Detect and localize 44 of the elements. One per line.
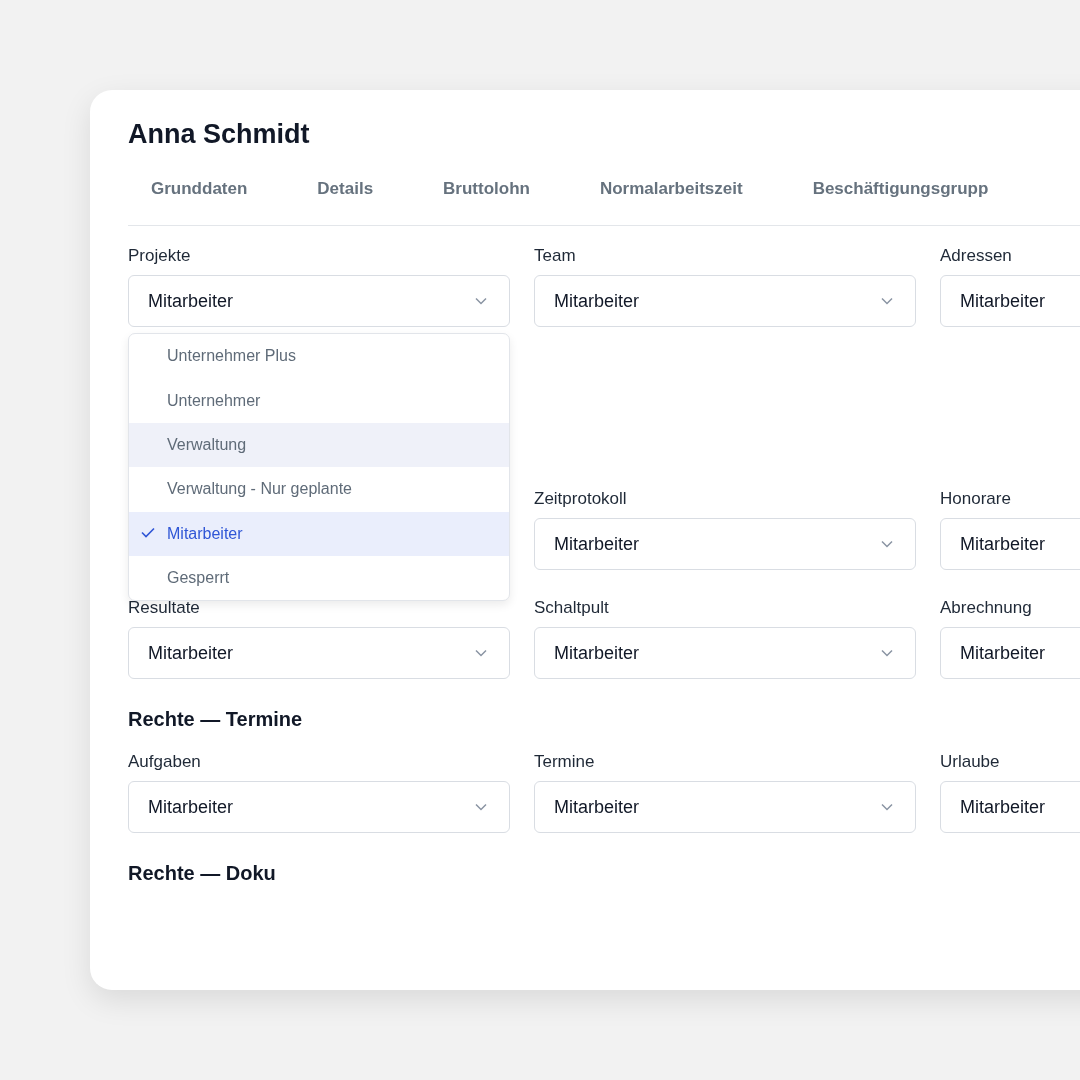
select-dropdown[interactable]: Mitarbeiter	[940, 781, 1080, 833]
dropdown-option[interactable]: Mitarbeiter	[129, 511, 509, 556]
dropdown-option[interactable]: Verwaltung - Nur geplante	[129, 467, 509, 512]
tab[interactable]: Beschäftigungsgrupp	[792, 175, 1009, 203]
dropdown-option[interactable]: Unternehmer Plus	[129, 334, 509, 379]
chevron-down-icon	[881, 540, 893, 548]
field-label: Schaltpult	[534, 598, 610, 618]
field-label: Zeitprotokoll	[534, 489, 628, 509]
chevron-down-icon	[475, 297, 487, 305]
tab[interactable]: Bruttolohn	[423, 175, 550, 203]
tab[interactable]: Details	[297, 175, 394, 203]
chevron-down-icon	[475, 649, 487, 657]
select-dropdown[interactable]: Mitarbeiter	[534, 275, 916, 327]
select-dropdown[interactable]: Mitarbeiter	[534, 627, 916, 679]
select-dropdown[interactable]: Mitarbeiter	[940, 627, 1080, 679]
select-dropdown[interactable]: Mitarbeiter	[534, 781, 916, 833]
chevron-down-icon	[881, 297, 893, 305]
select-dropdown[interactable]: Mitarbeiter	[128, 781, 510, 833]
dropdown-option[interactable]: Gesperrt	[129, 555, 509, 601]
chevron-down-icon	[881, 649, 893, 657]
select-dropdown[interactable]: Mitarbeiter	[128, 627, 510, 679]
field-label: Urlaube	[940, 752, 1001, 772]
check-icon	[141, 526, 155, 538]
employee-name: Anna Schmidt	[128, 118, 311, 151]
dropdown-option[interactable]: Unternehmer	[129, 378, 509, 423]
dropdown-option[interactable]: Verwaltung	[129, 422, 509, 468]
field-label: Projekte	[128, 246, 192, 266]
field-label: Adressen	[940, 246, 1013, 266]
chevron-down-icon	[881, 803, 893, 811]
chevron-down-icon	[475, 803, 487, 811]
tab[interactable]: Grunddaten	[131, 175, 268, 203]
field-label: Team	[534, 246, 577, 266]
select-dropdown[interactable]: Mitarbeiter	[128, 275, 510, 327]
field-label: Resultate	[128, 598, 201, 618]
section-heading: Rechte — Doku	[128, 861, 277, 885]
field-label: Aufgaben	[128, 752, 202, 772]
select-dropdown[interactable]: Mitarbeiter	[534, 518, 916, 570]
section-heading: Rechte — Termine	[128, 707, 304, 731]
select-dropdown[interactable]: Mitarbeiter	[940, 275, 1080, 327]
field-label: Honorare	[940, 489, 1012, 509]
field-label: Termine	[534, 752, 596, 772]
tab[interactable]: Normalarbeitszeit	[579, 175, 763, 203]
field-label: Abrechnung	[940, 598, 1033, 618]
select-dropdown[interactable]: Mitarbeiter	[940, 518, 1080, 570]
